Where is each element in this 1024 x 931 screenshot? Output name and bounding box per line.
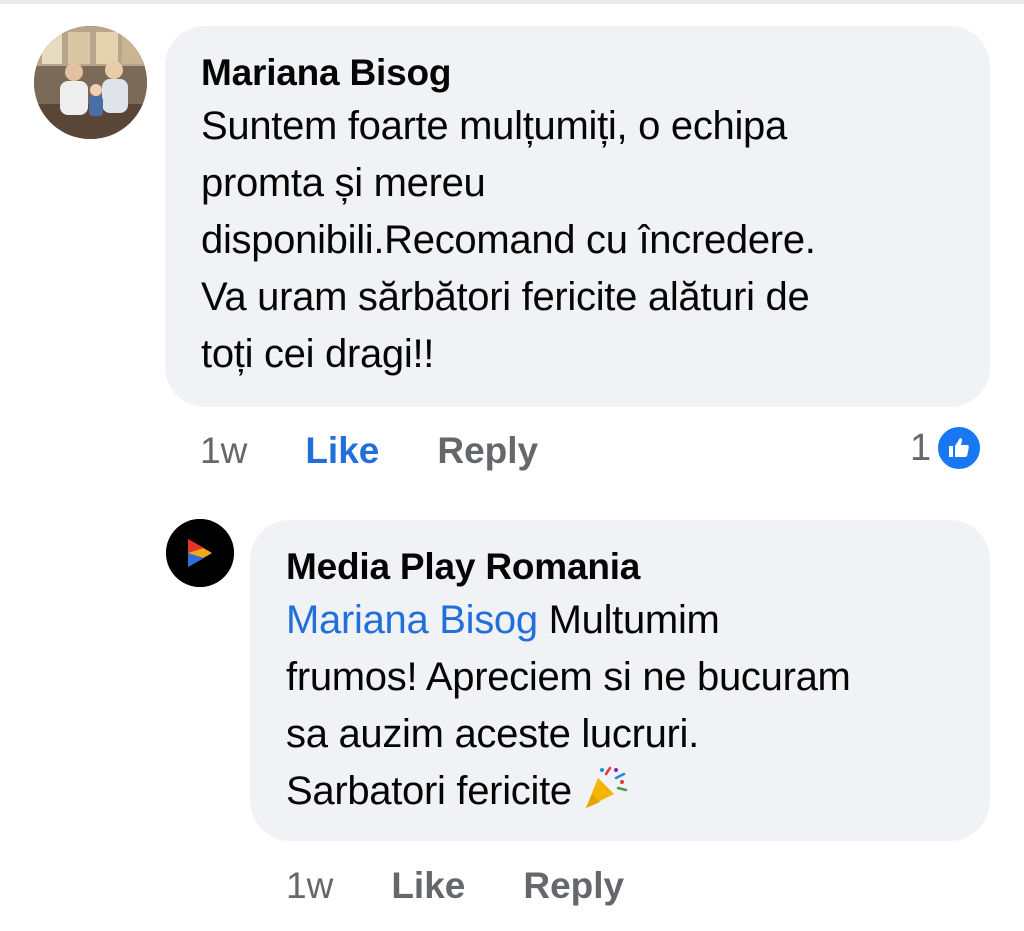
reply-button[interactable]: Reply <box>437 430 538 472</box>
mention-link[interactable]: Mariana Bisog <box>286 598 538 642</box>
reply-button[interactable]: Reply <box>523 865 624 907</box>
avatar[interactable] <box>34 26 147 139</box>
like-button[interactable]: Like <box>391 865 465 907</box>
top-divider <box>0 0 1024 4</box>
reaction-count: 1 <box>910 426 932 469</box>
avatar[interactable] <box>166 519 234 587</box>
profile-photo <box>34 26 147 139</box>
comment-timestamp[interactable]: 1w <box>200 430 247 472</box>
reply-actions: 1w Like Reply <box>286 861 624 911</box>
reply-timestamp[interactable]: 1w <box>286 865 333 907</box>
reply-text: Mariana Bisog Multumim frumos! Apreciem … <box>286 592 960 826</box>
like-button[interactable]: Like <box>305 430 379 472</box>
party-popper-icon <box>582 764 628 826</box>
comment-author[interactable]: Mariana Bisog <box>201 48 956 98</box>
comment-text: Suntem foarte mulțumiți, o echipa promta… <box>201 104 816 376</box>
reaction-summary[interactable]: 1 <box>910 420 984 476</box>
play-logo-icon <box>166 519 234 587</box>
comment-actions: 1w Like Reply <box>200 426 538 476</box>
comment-bubble: Mariana Bisog Suntem foarte mulțumiți, o… <box>165 26 990 407</box>
thumbs-up-icon <box>935 424 984 472</box>
reply-author[interactable]: Media Play Romania <box>286 542 960 592</box>
reply-bubble: Media Play Romania Mariana Bisog Multumi… <box>250 520 990 841</box>
